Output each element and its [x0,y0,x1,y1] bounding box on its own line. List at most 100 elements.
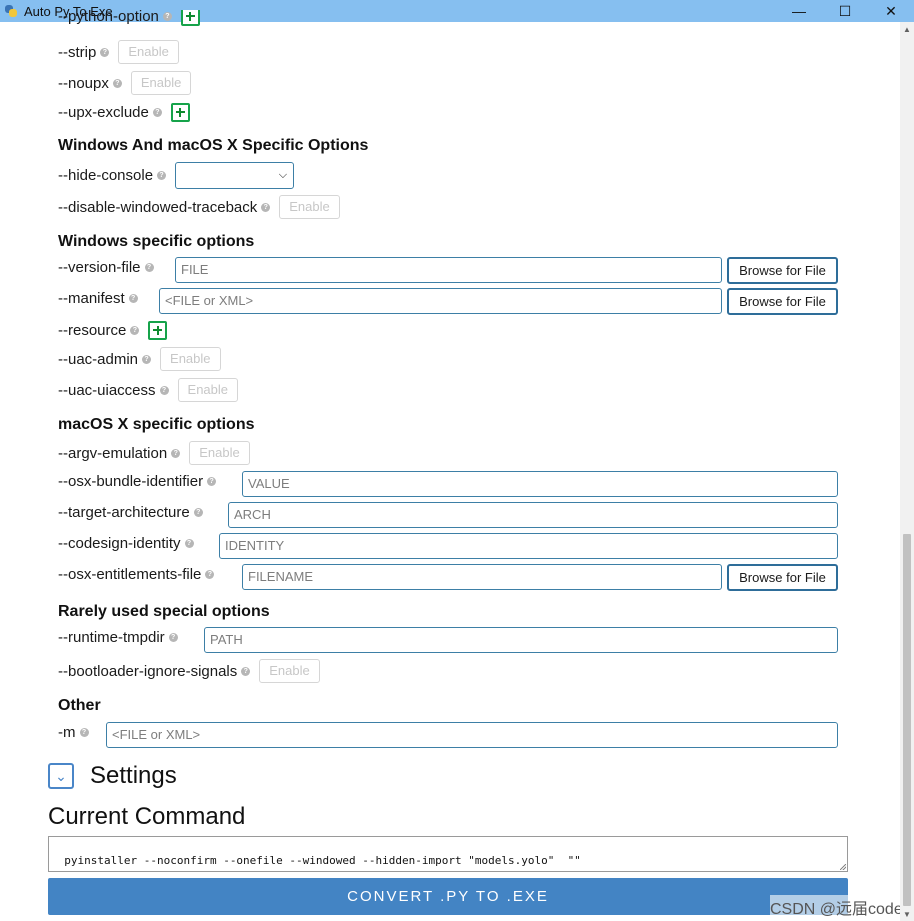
manifest-label: --manifest [58,289,125,307]
codesign-input[interactable]: IDENTITY [219,533,838,559]
window-controls: — ☐ ✕ [776,0,914,22]
bootloader-label: --bootloader-ignore-signals [58,662,238,680]
version-file-label: --version-file [58,258,141,276]
help-icon[interactable]: ? [205,569,215,579]
help-icon[interactable]: ? [184,538,194,548]
strip-enable-button[interactable]: Enable [118,40,179,64]
maximize-button[interactable]: ☐ [822,0,868,22]
settings-toggle-button[interactable]: ⌄ [48,763,74,789]
scroll-down-icon[interactable]: ▼ [900,907,914,921]
help-icon[interactable]: ? [144,262,154,272]
upx-exclude-row: --upx-exclude ? [58,99,190,125]
help-icon[interactable]: ? [100,47,110,57]
help-icon[interactable]: ? [130,325,140,335]
noupx-enable-button[interactable]: Enable [130,71,192,95]
runtime-tmpdir-input[interactable]: PATH [204,627,838,653]
win-mac-heading: Windows And macOS X Specific Options [58,137,369,154]
disable-traceback-row: --disable-windowed-traceback ? Enable [58,194,340,220]
help-icon[interactable]: ? [152,107,162,117]
python-option-row: --python-option ? [58,10,200,34]
bundle-identifier-input[interactable]: VALUE [242,471,838,497]
help-icon[interactable]: ? [142,354,152,364]
m-input[interactable]: <FILE or XML> [106,722,838,748]
disable-traceback-enable-button[interactable]: Enable [279,195,340,219]
hide-console-row: --hide-console ? ⌵ [58,161,295,189]
help-icon[interactable]: ? [261,202,271,212]
version-file-input[interactable]: FILE [175,257,722,283]
convert-button[interactable]: CONVERT .PY TO .EXE [48,878,848,915]
uac-uiaccess-label: --uac-uiaccess [58,381,156,399]
manifest-browse-button[interactable]: Browse for File [727,288,838,315]
help-icon[interactable]: ? [241,666,251,676]
target-arch-row: --target-architecture ? [58,499,212,525]
strip-row: --strip ? Enable [58,39,179,65]
windows-heading: Windows specific options [58,233,255,250]
help-icon[interactable]: ? [162,11,172,21]
help-icon[interactable]: ? [193,507,203,517]
disable-traceback-label: --disable-windowed-traceback [58,198,258,216]
hide-console-select[interactable]: ⌵ [175,161,295,189]
resource-row: --resource ? [58,317,168,343]
strip-label: --strip [58,43,97,61]
target-arch-input[interactable]: ARCH [228,502,838,528]
help-icon[interactable]: ? [168,632,178,642]
entitlements-browse-button[interactable]: Browse for File [727,564,838,591]
chevron-down-icon: ⌄ [55,767,67,784]
m-label: -m [58,723,76,741]
help-icon[interactable]: ? [112,78,122,88]
chevron-down-icon: ⌵ [278,168,288,181]
bootloader-row: --bootloader-ignore-signals ? Enable [58,658,320,684]
uac-uiaccess-enable-button[interactable]: Enable [177,378,239,402]
uac-uiaccess-row: --uac-uiaccess ? Enable [58,377,239,403]
argv-emulation-label: --argv-emulation [58,444,168,462]
help-icon[interactable]: ? [157,170,167,180]
uac-admin-enable-button[interactable]: Enable [160,347,221,371]
runtime-tmpdir-row: --runtime-tmpdir ? [58,624,187,650]
entitlements-row: --osx-entitlements-file ? [58,561,223,587]
uac-admin-row: --uac-admin ? Enable [58,346,221,372]
add-upx-exclude-button[interactable] [170,102,190,122]
macos-heading: macOS X specific options [58,416,255,433]
runtime-tmpdir-label: --runtime-tmpdir [58,628,165,646]
help-icon[interactable]: ? [159,385,169,395]
hide-console-label: --hide-console [58,166,154,184]
watermark: CSDN @远届code [770,895,903,919]
scroll-up-icon[interactable]: ▲ [900,22,914,36]
entitlements-label: --osx-entitlements-file [58,565,202,583]
add-resource-button[interactable] [148,320,168,340]
scrollbar-thumb[interactable] [903,534,911,906]
bundle-identifier-row: --osx-bundle-identifier ? [58,468,225,494]
upx-exclude-label: --upx-exclude [58,103,149,121]
add-python-option-button[interactable] [180,10,200,26]
resource-label: --resource [58,321,127,339]
help-icon[interactable]: ? [171,448,181,458]
version-file-row: --version-file ? [58,254,163,280]
current-command-heading: Current Command [48,803,246,830]
uac-admin-label: --uac-admin [58,350,139,368]
settings-section: ⌄ Settings [48,762,177,790]
settings-label: Settings [90,762,177,789]
bootloader-enable-button[interactable]: Enable [259,659,320,683]
argv-emulation-enable-button[interactable]: Enable [189,441,250,465]
noupx-label: --noupx [58,74,109,92]
manifest-row: --manifest ? [58,285,147,311]
current-command-textarea[interactable]: pyinstaller --noconfirm --onefile --wind… [48,836,848,872]
help-icon[interactable]: ? [128,293,138,303]
current-command-text: pyinstaller --noconfirm --onefile --wind… [64,854,581,867]
python-option-label: --python-option [58,10,159,25]
manifest-input[interactable]: <FILE or XML> [159,288,722,314]
bundle-identifier-label: --osx-bundle-identifier [58,472,204,490]
argv-emulation-row: --argv-emulation ? Enable [58,440,250,466]
codesign-label: --codesign-identity [58,534,181,552]
resize-grip-icon[interactable] [840,864,846,870]
version-file-browse-button[interactable]: Browse for File [727,257,838,284]
rare-heading: Rarely used special options [58,603,270,620]
entitlements-input[interactable]: FILENAME [242,564,722,590]
minimize-button[interactable]: — [776,0,822,22]
help-icon[interactable]: ? [79,727,89,737]
help-icon[interactable]: ? [207,476,217,486]
vertical-scrollbar[interactable]: ▲ ▼ [900,22,914,921]
m-row: -m ? [58,719,98,745]
close-button[interactable]: ✕ [868,0,914,22]
target-arch-label: --target-architecture [58,503,190,521]
